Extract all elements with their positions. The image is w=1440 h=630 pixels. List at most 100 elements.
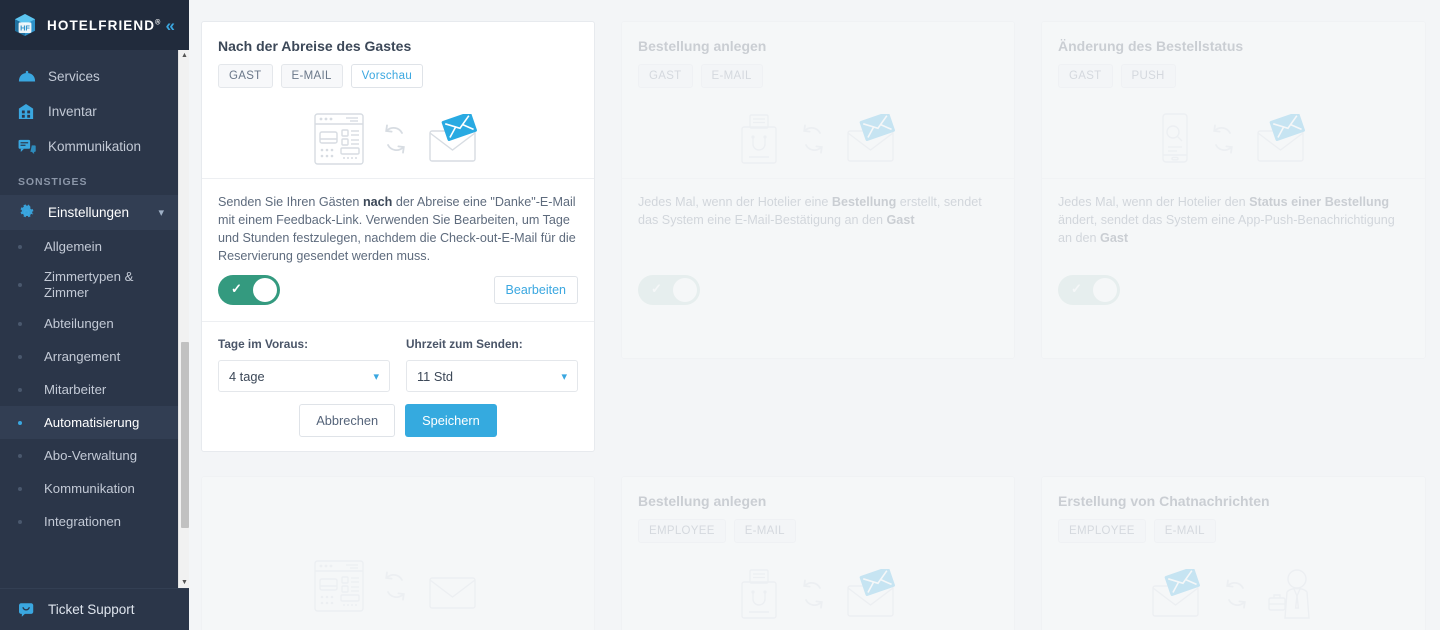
card-title: Bestellung anlegen <box>638 38 767 54</box>
send-time-select[interactable]: 11 Std ▾ <box>406 360 578 392</box>
grid-cell <box>189 464 609 630</box>
automation-toggle[interactable]: ✓ <box>638 275 700 305</box>
edit-panel: Tage im Voraus: 4 tage ▾ Uhrzeit zum Sen… <box>202 321 594 451</box>
sidebar-subitem-label: Kommunikation <box>44 480 135 496</box>
tag-gast[interactable]: GAST <box>1058 64 1113 88</box>
bullet-icon <box>18 354 22 359</box>
tag-gast[interactable]: GAST <box>218 64 273 88</box>
automation-toggle[interactable]: ✓ <box>1058 275 1120 305</box>
grid-cell: Erstellung von Chatnachrichten EMPLOYEE … <box>1029 464 1440 630</box>
chat-icon <box>18 139 40 155</box>
tag-gast[interactable]: GAST <box>638 64 693 88</box>
sidebar-item-bestellungen[interactable]: Bestellungen <box>0 50 178 59</box>
sidebar-scrollbar-thumb[interactable] <box>180 342 189 528</box>
sidebar-subitem-allgemein[interactable]: Allgemein <box>0 230 178 263</box>
reservation-window-icon <box>314 113 364 165</box>
tag-email[interactable]: E-MAIL <box>700 64 763 88</box>
card-tag-list: EMPLOYEE E-MAIL <box>1058 519 1409 543</box>
grid-cell: Änderung des Bestellstatus GAST PUSH Jed… <box>1029 9 1440 464</box>
grid-cell: Bestellung anlegen EMPLOYEE E-MAIL <box>609 464 1029 630</box>
bullet-icon <box>18 321 22 326</box>
sidebar-subitem-kommunikation[interactable]: Kommunikation <box>0 472 178 505</box>
scroll-down-arrow-icon[interactable]: ▼ <box>179 577 189 588</box>
automation-card-nach-der-abreise[interactable]: Nach der Abreise des Gastes GAST E-MAIL … <box>201 21 595 452</box>
toggle-knob <box>1093 278 1117 302</box>
field-label: Tage im Voraus: <box>218 337 309 351</box>
tag-push[interactable]: PUSH <box>1120 64 1176 88</box>
card-tag-list: GAST E-MAIL Vorschau <box>218 64 578 88</box>
sidebar-subitem-label: Mitarbeiter <box>44 381 107 397</box>
toggle-knob <box>253 278 277 302</box>
email-envelope-icon <box>844 569 900 619</box>
card-footer: ✓ Bearbeiten <box>202 275 594 321</box>
sidebar-subitem-zimmertypen-zimmer[interactable]: Zimmertypen & Zimmer <box>0 263 178 307</box>
shopping-bag-icon <box>736 113 782 165</box>
card-illustration <box>218 100 578 178</box>
preview-button[interactable]: Vorschau <box>350 64 424 88</box>
card-tag-list: EMPLOYEE E-MAIL <box>638 519 998 543</box>
check-icon: ✓ <box>1071 281 1082 296</box>
automation-toggle[interactable]: ✓ <box>218 275 280 305</box>
sidebar-subitem-arrangement[interactable]: Arrangement <box>0 340 178 373</box>
tag-employee[interactable]: EMPLOYEE <box>638 519 726 543</box>
sidebar-scrollbar[interactable]: ▲ ▼ <box>178 50 189 588</box>
shopping-bag-icon <box>736 568 782 620</box>
chevron-double-left-icon[interactable]: « <box>166 17 179 34</box>
sidebar-subitem-abteilungen[interactable]: Abteilungen <box>0 307 178 340</box>
sidebar-subitem-label: Allgemein <box>44 238 102 254</box>
sidebar-item-kommunikation[interactable]: Kommunikation <box>0 129 178 164</box>
select-value: 4 tage <box>229 368 265 384</box>
sidebar-subitem-automatisierung[interactable]: Automatisierung <box>0 406 178 439</box>
sidebar-item-label: Einstellungen <box>48 205 130 220</box>
card-header <box>202 477 594 625</box>
sidebar-subitem-mitarbeiter[interactable]: Mitarbeiter <box>0 373 178 406</box>
tag-email[interactable]: E-MAIL <box>280 64 343 88</box>
sidebar-item-services[interactable]: Services <box>0 59 178 94</box>
card-title: Änderung des Bestellstatus <box>1058 38 1244 54</box>
sidebar-subitem-integrationen[interactable]: Integrationen <box>0 505 178 538</box>
sync-arrows-icon <box>1221 577 1251 611</box>
sync-arrows-icon <box>1208 122 1238 156</box>
card-title: Erstellung von Chatnachrichten <box>1058 493 1270 509</box>
card-header: Bestellung anlegen EMPLOYEE E-MAIL <box>622 477 1014 630</box>
sidebar-subitem-abo-verwaltung[interactable]: Abo-Verwaltung <box>0 439 178 472</box>
main-content: System eine E-Mail-Bestätigung an den Ga… <box>189 0 1440 630</box>
sync-arrows-icon <box>380 569 410 603</box>
tag-email[interactable]: E-MAIL <box>1153 519 1216 543</box>
automation-card-bestellung-anlegen[interactable]: Bestellung anlegen GAST E-MAIL Jedes Mal… <box>621 21 1015 359</box>
edit-actions: Abbrechen Speichern <box>218 404 578 437</box>
automation-card[interactable] <box>201 476 595 630</box>
sidebar-item-ticket-support[interactable]: Ticket Support <box>0 588 189 630</box>
scroll-up-arrow-icon[interactable]: ▲ <box>179 50 189 61</box>
automation-card[interactable]: Bestellung anlegen EMPLOYEE E-MAIL <box>621 476 1015 630</box>
card-title: Bestellung anlegen <box>638 493 767 509</box>
sidebar-subitem-label: Zimmertypen & Zimmer <box>44 269 134 300</box>
gear-icon <box>18 204 40 221</box>
sidebar-subitem-label: Automatisierung <box>44 414 140 430</box>
sidebar-item-inventar[interactable]: Inventar <box>0 94 178 129</box>
field-send-time: Uhrzeit zum Senden: 11 Std ▾ <box>406 337 578 392</box>
automation-cards-grid: System eine E-Mail-Bestätigung an den Ga… <box>189 0 1440 630</box>
field-days-ahead: Tage im Voraus: 4 tage ▾ <box>218 337 390 392</box>
sidebar-item-einstellungen[interactable]: Einstellungen ▾ <box>0 195 178 230</box>
days-ahead-select[interactable]: 4 tage ▾ <box>218 360 390 392</box>
email-envelope-icon <box>1254 114 1310 164</box>
chevron-down-icon[interactable]: ▾ <box>158 206 164 219</box>
sync-arrows-icon <box>380 122 410 156</box>
tag-employee[interactable]: EMPLOYEE <box>1058 519 1146 543</box>
hotelfriend-logo-icon: HF <box>12 12 38 38</box>
cancel-button[interactable]: Abbrechen <box>299 404 396 437</box>
chevron-down-icon: ▾ <box>373 370 379 383</box>
card-illustration <box>1058 555 1409 630</box>
card-header: Nach der Abreise des Gastes GAST E-MAIL … <box>202 22 594 178</box>
sidebar-subitem-label: Abo-Verwaltung <box>44 447 138 463</box>
automation-card-aenderung-bestellstatus[interactable]: Änderung des Bestellstatus GAST PUSH Jed… <box>1041 21 1426 359</box>
edit-button[interactable]: Bearbeiten <box>493 276 578 304</box>
save-button[interactable]: Speichern <box>405 404 497 437</box>
automation-card[interactable]: Erstellung von Chatnachrichten EMPLOYEE … <box>1041 476 1426 630</box>
card-description-wrap: Jedes Mal, wenn der Hotelier den Status … <box>1042 179 1425 275</box>
tag-email[interactable]: E-MAIL <box>733 519 796 543</box>
grid-cell: Bestellung anlegen GAST E-MAIL Jedes Mal… <box>609 9 1029 464</box>
sidebar-nav-scroll: Bestellungen Services <box>0 50 189 588</box>
sidebar-item-label: Inventar <box>48 104 97 119</box>
